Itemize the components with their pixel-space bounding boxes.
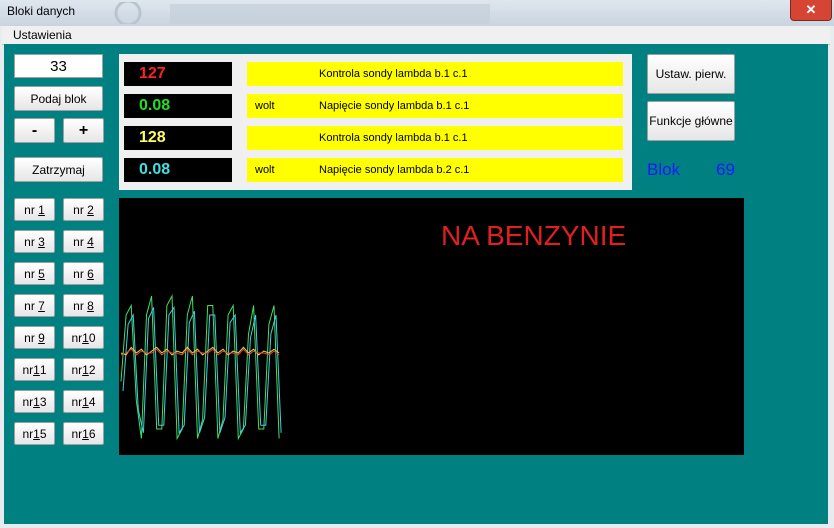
block-nr-button[interactable]: nr 1 2 [63, 358, 104, 381]
minus-button[interactable]: - [14, 118, 55, 143]
nr-label-accel: 7 [38, 298, 45, 313]
nr-label-prefix: nr [22, 362, 34, 377]
block-nr-button[interactable]: nr 8 [63, 294, 104, 317]
nr-label-prefix: nr [22, 394, 34, 409]
nr-label-suffix: 6 [88, 426, 96, 441]
blok-value: 69 [716, 160, 735, 179]
reading-description: wolt Napięcie sondy lambda b.2 c.1 [247, 158, 623, 182]
nr-label-accel: 1 [33, 394, 40, 409]
nr-label-prefix: nr [24, 234, 39, 249]
nr-label-accel: 9 [38, 330, 45, 345]
nr-label-accel: 8 [87, 298, 94, 313]
nr-label-prefix: nr [73, 266, 88, 281]
nr-label-prefix: nr [73, 234, 88, 249]
signal-graph: NA BENZYNIE [119, 198, 744, 455]
nr-label-prefix: nr [71, 362, 83, 377]
blok-label: Blok [647, 160, 681, 179]
nr-label-prefix: nr [73, 298, 88, 313]
block-nr-button[interactable]: nr 7 [14, 294, 55, 317]
fetch-block-button[interactable]: Podaj blok [14, 86, 103, 111]
block-nr-button[interactable]: nr 1 4 [63, 390, 104, 413]
nr-label-suffix: 1 [39, 362, 47, 377]
nr-label-accel: 1 [82, 394, 89, 409]
reading-description: Kontrola sondy lambda b.1 c.1 [247, 62, 623, 86]
title-bar: Bloki danych ✕ [0, 0, 834, 26]
menu-bar: Ustawienia [2, 26, 830, 45]
block-number-field[interactable]: 33 [14, 54, 103, 78]
graph-plot [120, 294, 282, 441]
block-nr-button[interactable]: nr 4 [63, 230, 104, 253]
reading-unit: wolt [255, 100, 275, 112]
nr-label-suffix: 4 [88, 394, 96, 409]
nr-label-accel: 1 [38, 202, 45, 217]
nr-label-suffix: 5 [39, 426, 47, 441]
nr-label-prefix: nr [73, 202, 88, 217]
basic-settings-button[interactable]: Ustaw. pierw. [647, 54, 735, 94]
nr-label-accel: 1 [82, 362, 89, 377]
graph-series-cyan [122, 305, 282, 435]
reading-label: Kontrola sondy lambda b.1 c.1 [319, 132, 468, 144]
nr-label-suffix: 0 [88, 330, 96, 345]
nr-label-suffix: 2 [88, 362, 96, 377]
nr-label-accel: 2 [87, 202, 94, 217]
window-title: Bloki danych [7, 4, 76, 18]
block-nr-button[interactable]: nr 6 [63, 262, 104, 285]
nr-label-suffix: 3 [39, 394, 47, 409]
block-nr-button[interactable]: nr 1 6 [63, 422, 104, 445]
reading-label: Kontrola sondy lambda b.1 c.1 [319, 68, 468, 80]
reading-value: 128 [124, 126, 232, 150]
block-nr-button[interactable]: nr 1 [14, 198, 55, 221]
nr-label-accel: 1 [33, 362, 40, 377]
block-nr-button[interactable]: nr 1 3 [14, 390, 55, 413]
nr-label-accel: 1 [33, 426, 40, 441]
reading-description: Kontrola sondy lambda b.1 c.1 [247, 126, 623, 150]
nr-label-prefix: nr [24, 298, 39, 313]
reading-value: 0.08 [124, 158, 232, 182]
block-nr-button[interactable]: nr 1 0 [63, 326, 104, 349]
background-logo-icon [114, 2, 490, 24]
main-functions-button[interactable]: Funkcje główne [647, 101, 735, 141]
reading-label: Napięcie sondy lambda b.2 c.1 [319, 164, 470, 176]
close-button[interactable]: ✕ [790, 0, 832, 21]
reading-value: 0.08 [124, 94, 232, 118]
stop-button[interactable]: Zatrzymaj [14, 157, 103, 182]
nr-label-prefix: nr [22, 426, 34, 441]
nr-label-accel: 6 [87, 266, 94, 281]
nr-label-accel: 5 [38, 266, 45, 281]
block-nr-button[interactable]: nr 2 [63, 198, 104, 221]
nr-label-accel: 3 [38, 234, 45, 249]
reading-value: 127 [124, 62, 232, 86]
plus-button[interactable]: + [63, 118, 104, 143]
block-nr-button[interactable]: nr 3 [14, 230, 55, 253]
reading-label: Napięcie sondy lambda b.1 c.1 [319, 100, 470, 112]
nr-label-prefix: nr [71, 330, 83, 345]
reading-unit: wolt [255, 164, 275, 176]
nr-label-accel: 4 [87, 234, 94, 249]
block-nr-button[interactable]: nr 1 1 [14, 358, 55, 381]
menu-settings[interactable]: Ustawienia [13, 28, 72, 42]
block-nr-button[interactable]: nr 1 5 [14, 422, 55, 445]
nr-label-accel: 1 [82, 330, 89, 345]
nr-label-prefix: nr [71, 426, 83, 441]
nr-label-prefix: nr [24, 202, 39, 217]
nr-label-prefix: nr [24, 330, 39, 345]
block-nr-button[interactable]: nr 5 [14, 262, 55, 285]
nr-label-accel: 1 [82, 426, 89, 441]
reading-description: wolt Napięcie sondy lambda b.1 c.1 [247, 94, 623, 118]
nr-label-prefix: nr [71, 394, 83, 409]
nr-label-prefix: nr [24, 266, 39, 281]
block-nr-button[interactable]: nr 9 [14, 326, 55, 349]
